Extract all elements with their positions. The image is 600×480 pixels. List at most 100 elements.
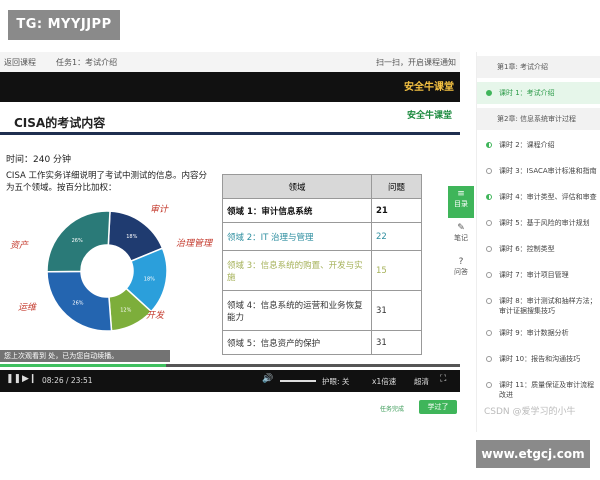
eye-care-toggle[interactable]: 护眼: 关 xyxy=(322,376,349,387)
pause-icon[interactable]: ❚❚ xyxy=(6,374,21,384)
video-progress-bar[interactable] xyxy=(0,364,460,367)
exam-description: CISA 工作实务详细说明了考试中测试的信息。内容分为五个领域。按百分比加权： xyxy=(6,171,208,193)
quality-button[interactable]: 超清 xyxy=(414,376,429,387)
outline-lesson[interactable]: 课时 8：审计测试和抽样方法；审计证据搜集技巧 xyxy=(477,290,600,320)
course-outline-sidebar: 第1章: 考试介绍课时 1：考试介绍第2章: 信息系统审计过程 课时 2：课程介绍… xyxy=(476,52,600,432)
outline-lesson[interactable]: 课时 10：报告和沟通技巧 xyxy=(477,348,600,370)
domain-cell: 领域 4：信息系统的运营和业务恢复能力 xyxy=(222,290,372,331)
tool-notes[interactable]: ✎ 笔记 xyxy=(448,220,474,252)
count-cell: 31 xyxy=(371,330,422,355)
resume-notice: 您上次观看到 处，已为您自动续播。 xyxy=(0,350,170,362)
outline-chapter[interactable]: 第1章: 考试介绍 xyxy=(477,56,600,78)
below-video-strip: 任务完成 学过了 xyxy=(0,392,460,420)
count-cell: 31 xyxy=(371,290,422,331)
outline-lesson[interactable]: 课时 2：课程介绍 xyxy=(477,134,600,156)
outline-lesson[interactable]: 课时 7：审计项目管理 xyxy=(477,264,600,286)
tool-catalog[interactable]: ≡ 目录 xyxy=(448,186,474,218)
table-row: 领域 3：信息系统的购置、开发与实施 15 xyxy=(222,250,422,291)
fullscreen-icon[interactable]: ⛶ xyxy=(440,374,446,384)
outline-lesson[interactable]: 课时 3：ISACA审计标准和指南 xyxy=(477,160,600,182)
lesson-label: 课时 9：审计数据分析 xyxy=(499,329,569,337)
table-row: 领域 4：信息系统的运营和业务恢复能力 31 xyxy=(222,290,422,331)
task-done-badge: 任务完成 xyxy=(380,406,405,413)
tool-label: 问答 xyxy=(454,268,468,276)
lesson-status-icon xyxy=(486,142,492,148)
lesson-status-icon xyxy=(486,246,492,252)
donut-slice-label: 18% xyxy=(126,234,137,240)
tool-label: 目录 xyxy=(454,200,468,208)
lesson-status-icon xyxy=(486,168,492,174)
lesson-status-icon xyxy=(486,330,492,336)
lesson-label: 课时 1：考试介绍 xyxy=(499,89,555,97)
table-header: 领域 xyxy=(222,174,372,199)
outline-chapter[interactable]: 第2章: 信息系统审计过程 xyxy=(477,108,600,130)
catalog-icon: ≡ xyxy=(457,189,465,199)
donut-slice-label: 18% xyxy=(144,277,155,283)
lesson-label: 课时 11：质量保证及审计流程改进 xyxy=(499,381,595,399)
lecture-slide: CISA的考试内容 安全牛课堂 时间：240 分钟 CISA 工作实务详细说明了… xyxy=(0,102,460,374)
lesson-label: 课时 4：审计类型、评估和审查 xyxy=(499,193,597,201)
handwriting-note: 资产 xyxy=(10,241,29,251)
outline-lesson[interactable]: 课时 5：基于风险的审计规划 xyxy=(477,212,600,234)
count-cell: 22 xyxy=(371,222,422,251)
outline-lesson[interactable]: 课时 11：质量保证及审计流程改进 xyxy=(477,374,600,399)
speed-button[interactable]: x1倍速 xyxy=(372,376,396,387)
count-cell: 15 xyxy=(371,250,422,291)
scan-notify-link[interactable]: 扫一扫，开启课程通知 xyxy=(376,57,456,68)
lesson-status-icon xyxy=(486,90,492,96)
lesson-label: 课时 7：审计项目管理 xyxy=(499,271,569,279)
player-controls: ❚❚ ▶❙ 08:26 / 23:51 🔊 护眼: 关 x1倍速 超清 ⛶ xyxy=(0,370,460,392)
handwriting-note: 运维 xyxy=(18,303,37,313)
domain-cell: 领域 1：审计信息系统 xyxy=(222,198,372,223)
volume-icon[interactable]: 🔊 xyxy=(262,374,273,384)
slide-title: CISA的考试内容 xyxy=(14,116,106,130)
lesson-status-icon xyxy=(486,220,492,226)
outline-lesson[interactable]: 课时 6：控制类型 xyxy=(477,238,600,260)
next-icon[interactable]: ▶❙ xyxy=(22,374,36,384)
table-row: 领域 5：信息资产的保护 31 xyxy=(222,330,422,355)
lesson-label: 课时 10：报告和沟通技巧 xyxy=(499,355,581,363)
video-player[interactable]: 安全牛课堂 CISA的考试内容 安全牛课堂 时间：240 分钟 CISA 工作实… xyxy=(0,72,460,392)
csdn-watermark: CSDN @爱学习的小牛 xyxy=(484,407,576,417)
lesson-status-icon xyxy=(486,272,492,278)
exam-duration: 时间：240 分钟 xyxy=(6,155,72,165)
donut-slice-label: 26% xyxy=(72,238,83,244)
lesson-label: 课时 5：基于风险的审计规划 xyxy=(499,219,590,227)
slide-logo: 安全牛课堂 xyxy=(406,111,452,121)
playback-time: 08:26 / 23:51 xyxy=(42,376,93,385)
table-header: 问题 xyxy=(371,174,422,199)
domain-table: 领域 问题 领域 1：审计信息系统 21 领域 2：IT 治理与管理 22 领域… xyxy=(222,174,422,355)
handwriting-note: 治理管理 xyxy=(176,239,213,249)
tool-label: 笔记 xyxy=(454,234,468,242)
domain-cell: 领域 3：信息系统的购置、开发与实施 xyxy=(222,250,372,291)
volume-slider[interactable] xyxy=(280,380,316,382)
lesson-status-icon xyxy=(486,356,492,362)
lesson-status-icon xyxy=(486,298,492,304)
outline-lesson[interactable]: 课时 9：审计数据分析 xyxy=(477,322,600,344)
handwriting-note: 开发 xyxy=(146,311,165,321)
lesson-label: 课时 6：控制类型 xyxy=(499,245,555,253)
brand-logo: 安全牛课堂 xyxy=(404,82,454,93)
lesson-status-icon xyxy=(486,382,492,388)
back-to-course-link[interactable]: 返回课程 xyxy=(4,57,36,68)
handwriting-note: 审计 xyxy=(150,205,169,215)
video-header: 安全牛课堂 xyxy=(0,72,460,102)
outline-lesson[interactable]: 课时 1：考试介绍 xyxy=(477,82,600,104)
lesson-status-icon xyxy=(486,194,492,200)
table-row: 领域 2：IT 治理与管理 22 xyxy=(222,222,422,251)
domain-cell: 领域 2：IT 治理与管理 xyxy=(222,222,372,251)
course-topbar: 返回课程 任务1：考试介绍 扫一扫，开启课程通知 xyxy=(0,52,460,72)
table-row: 领域 1：审计信息系统 21 xyxy=(222,198,422,223)
outline-lesson[interactable]: 课时 4：审计类型、评估和审查 xyxy=(477,186,600,208)
side-tools: ≡ 目录 ✎ 笔记 ? 问答 xyxy=(448,186,474,286)
donut-slice-label: 12% xyxy=(120,308,131,314)
count-cell: 21 xyxy=(371,198,422,223)
domain-cell: 领域 5：信息资产的保护 xyxy=(222,330,372,355)
question-icon: ? xyxy=(458,257,464,267)
lesson-label: 课时 3：ISACA审计标准和指南 xyxy=(499,167,597,175)
tool-qa[interactable]: ? 问答 xyxy=(448,254,474,286)
title-divider xyxy=(0,132,460,135)
lesson-label: 课时 8：审计测试和抽样方法；审计证据搜集技巧 xyxy=(499,297,597,315)
donut-slice-label: 26% xyxy=(72,301,83,307)
learned-button[interactable]: 学过了 xyxy=(419,400,457,414)
